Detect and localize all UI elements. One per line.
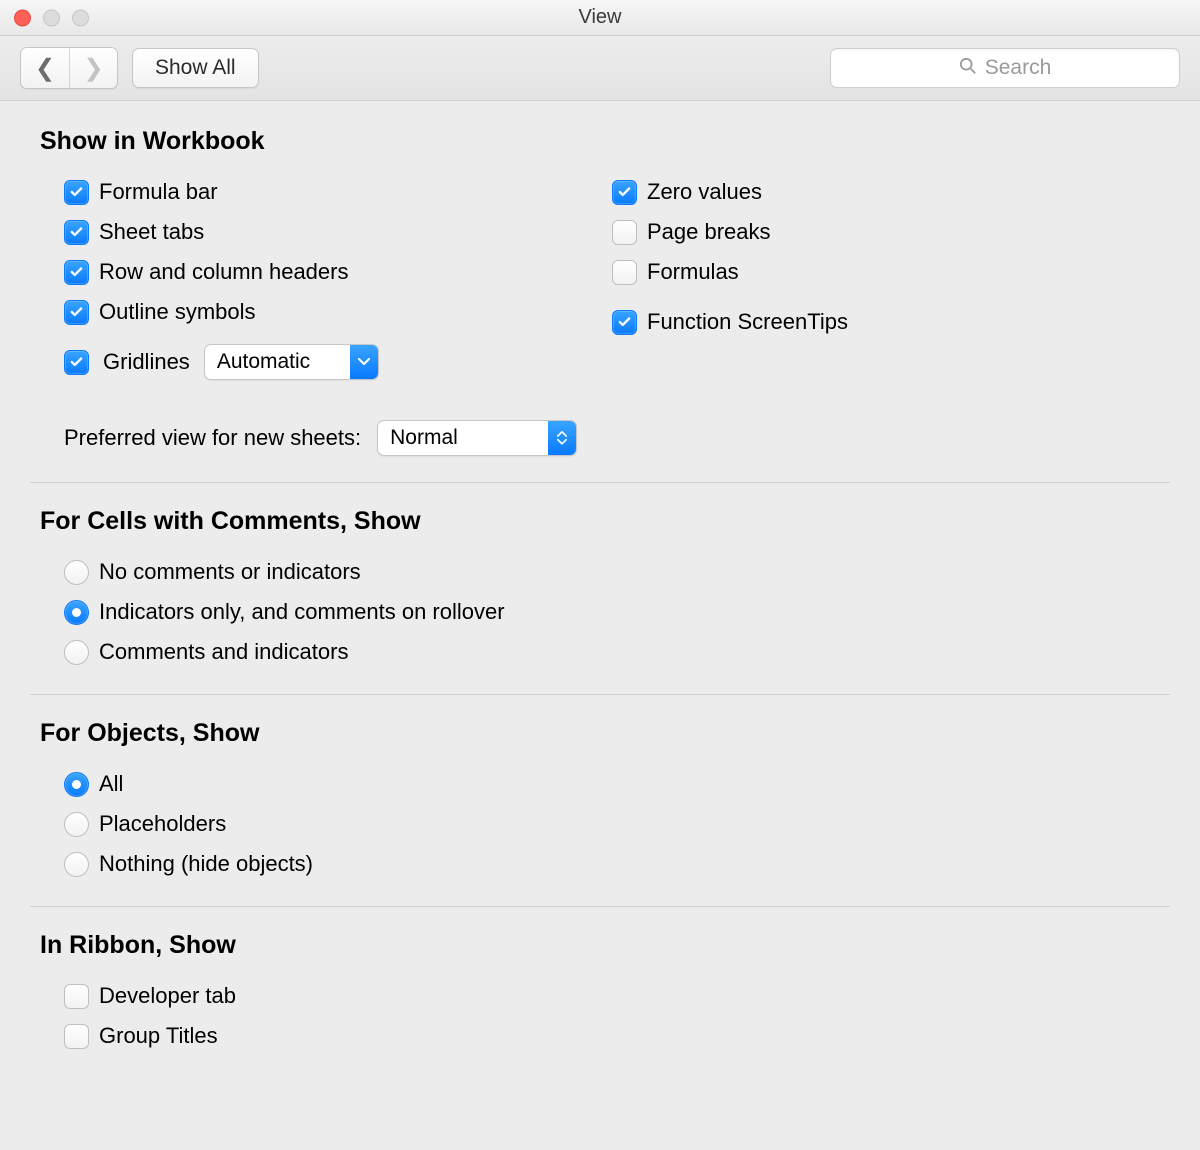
forward-button[interactable]: ❯ — [69, 48, 117, 88]
checkbox-row-col-headers[interactable] — [64, 260, 89, 285]
checkbox-outline-symbols[interactable] — [64, 300, 89, 325]
select-gridline-color[interactable]: Automatic — [204, 344, 379, 380]
checkbox-formula-bar[interactable] — [64, 180, 89, 205]
label-objects-all: All — [99, 771, 123, 797]
select-preferred-view-value: Normal — [378, 426, 548, 450]
checkbox-gridlines[interactable] — [64, 350, 89, 375]
checkbox-zero-values[interactable] — [612, 180, 637, 205]
label-outline-symbols: Outline symbols — [99, 299, 256, 325]
label-comments-none: No comments or indicators — [99, 559, 361, 585]
radio-comments-both[interactable] — [64, 640, 89, 665]
search-input[interactable]: Search — [830, 48, 1180, 88]
traffic-lights — [14, 9, 89, 26]
minimize-window-button[interactable] — [43, 9, 60, 26]
label-comments-indicators: Indicators only, and comments on rollove… — [99, 599, 505, 625]
label-group-titles: Group Titles — [99, 1023, 218, 1049]
section-title-ribbon: In Ribbon, Show — [0, 931, 1200, 976]
close-window-button[interactable] — [14, 9, 31, 26]
search-placeholder: Search — [985, 56, 1052, 80]
show-all-label: Show All — [155, 56, 236, 80]
search-icon — [959, 57, 977, 79]
label-formulas: Formulas — [647, 259, 739, 285]
select-preferred-view[interactable]: Normal — [377, 420, 577, 456]
label-zero-values: Zero values — [647, 179, 762, 205]
checkbox-developer-tab[interactable] — [64, 984, 89, 1009]
titlebar: View — [0, 0, 1200, 36]
label-sheet-tabs: Sheet tabs — [99, 219, 204, 245]
label-page-breaks: Page breaks — [647, 219, 771, 245]
section-title-show-in-workbook: Show in Workbook — [0, 127, 1200, 172]
window-title: View — [579, 6, 622, 29]
label-developer-tab: Developer tab — [99, 983, 236, 1009]
checkbox-sheet-tabs[interactable] — [64, 220, 89, 245]
checkbox-function-screentips[interactable] — [612, 310, 637, 335]
back-button[interactable]: ❮ — [21, 48, 69, 88]
section-title-comments: For Cells with Comments, Show — [0, 507, 1200, 552]
label-objects-placeholders: Placeholders — [99, 811, 226, 837]
checkbox-formulas[interactable] — [612, 260, 637, 285]
zoom-window-button[interactable] — [72, 9, 89, 26]
label-objects-nothing: Nothing (hide objects) — [99, 851, 313, 877]
label-comments-both: Comments and indicators — [99, 639, 348, 665]
select-gridline-color-value: Automatic — [205, 350, 350, 374]
radio-comments-indicators[interactable] — [64, 600, 89, 625]
show-in-workbook-right-col: Zero values Page breaks Formulas — [612, 172, 1160, 382]
radio-objects-nothing[interactable] — [64, 852, 89, 877]
checkbox-page-breaks[interactable] — [612, 220, 637, 245]
label-formula-bar: Formula bar — [99, 179, 218, 205]
checkbox-group-titles[interactable] — [64, 1024, 89, 1049]
label-gridlines: Gridlines — [103, 349, 190, 375]
show-all-button[interactable]: Show All — [132, 48, 259, 88]
content: Show in Workbook Formula bar Sheet tabs — [0, 101, 1200, 1098]
stepper-icon — [548, 421, 576, 455]
chevron-left-icon: ❮ — [35, 54, 55, 83]
radio-comments-none[interactable] — [64, 560, 89, 585]
nav-segment: ❮ ❯ — [20, 47, 118, 89]
caret-down-icon — [350, 345, 378, 379]
toolbar: ❮ ❯ Show All Search — [0, 36, 1200, 101]
radio-objects-all[interactable] — [64, 772, 89, 797]
show-in-workbook-left-col: Formula bar Sheet tabs Row and column he… — [64, 172, 612, 382]
label-function-screentips: Function ScreenTips — [647, 309, 848, 335]
chevron-right-icon: ❯ — [83, 54, 103, 83]
label-preferred-view: Preferred view for new sheets: — [64, 425, 361, 451]
label-row-col-headers: Row and column headers — [99, 259, 348, 285]
section-title-objects: For Objects, Show — [0, 719, 1200, 764]
radio-objects-placeholders[interactable] — [64, 812, 89, 837]
